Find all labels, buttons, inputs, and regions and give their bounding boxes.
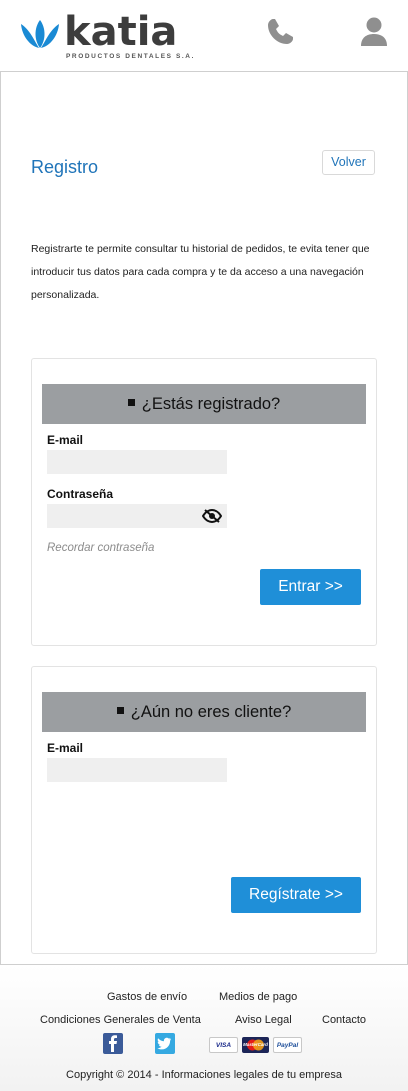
login-panel-header: ¿Estás registrado? (42, 384, 366, 424)
footer-link-terms[interactable]: Condiciones Generales de Venta (40, 1014, 201, 1026)
user-icon[interactable] (358, 16, 390, 48)
login-button[interactable]: Entrar >> (260, 569, 361, 605)
footer-link-payment[interactable]: Medios de pago (219, 991, 297, 1003)
copyright-text: Copyright © 2014 - Informaciones legales… (66, 1069, 342, 1081)
brand-name: katia (64, 9, 178, 55)
square-bullet-icon (116, 707, 124, 715)
email-label: E-mail (47, 433, 84, 447)
site-footer: Gastos de envío Medios de pago Condicion… (0, 964, 408, 1091)
login-panel: ¿Estás registrado? E-mail Contraseña Rec… (31, 358, 377, 646)
eye-slash-icon[interactable] (202, 509, 222, 523)
twitter-icon[interactable] (155, 1033, 175, 1054)
brand-logo[interactable]: katia PRODUCTOS DENTALES S.A. (18, 9, 198, 64)
footer-link-shipping[interactable]: Gastos de envío (107, 991, 187, 1003)
footer-link-contact[interactable]: Contacto (322, 1014, 366, 1026)
login-email-input[interactable] (47, 450, 227, 474)
facebook-icon[interactable] (103, 1033, 123, 1054)
footer-link-legal[interactable]: Aviso Legal (235, 1014, 292, 1026)
email-label: E-mail (47, 741, 84, 755)
back-button[interactable]: Volver (322, 150, 375, 175)
phone-icon[interactable] (264, 16, 296, 48)
mastercard-payment-badge: MasterCard (242, 1037, 269, 1053)
lotus-logo-icon (21, 20, 59, 48)
register-heading: ¿Aún no eres cliente? (130, 703, 292, 721)
register-email-input[interactable] (47, 758, 227, 782)
register-button[interactable]: Regístrate >> (231, 877, 361, 913)
register-panel: ¿Aún no eres cliente? E-mail Regístrate … (31, 666, 377, 954)
site-header: katia PRODUCTOS DENTALES S.A. (0, 0, 408, 72)
paypal-payment-badge: PayPal (273, 1037, 302, 1053)
visa-payment-badge: VISA (209, 1037, 238, 1053)
login-password-input[interactable] (47, 504, 227, 528)
login-heading: ¿Estás registrado? (141, 395, 281, 413)
intro-text: Registrarte te permite consultar tu hist… (31, 243, 370, 301)
brand-tagline: PRODUCTOS DENTALES S.A. (66, 53, 196, 60)
page-title: Registro (31, 157, 99, 177)
square-bullet-icon (127, 399, 135, 407)
forgot-password-link[interactable]: Recordar contraseña (47, 542, 154, 554)
mastercard-label: MasterCard (243, 1042, 268, 1047)
register-panel-header: ¿Aún no eres cliente? (42, 692, 366, 732)
password-label: Contraseña (47, 487, 114, 501)
